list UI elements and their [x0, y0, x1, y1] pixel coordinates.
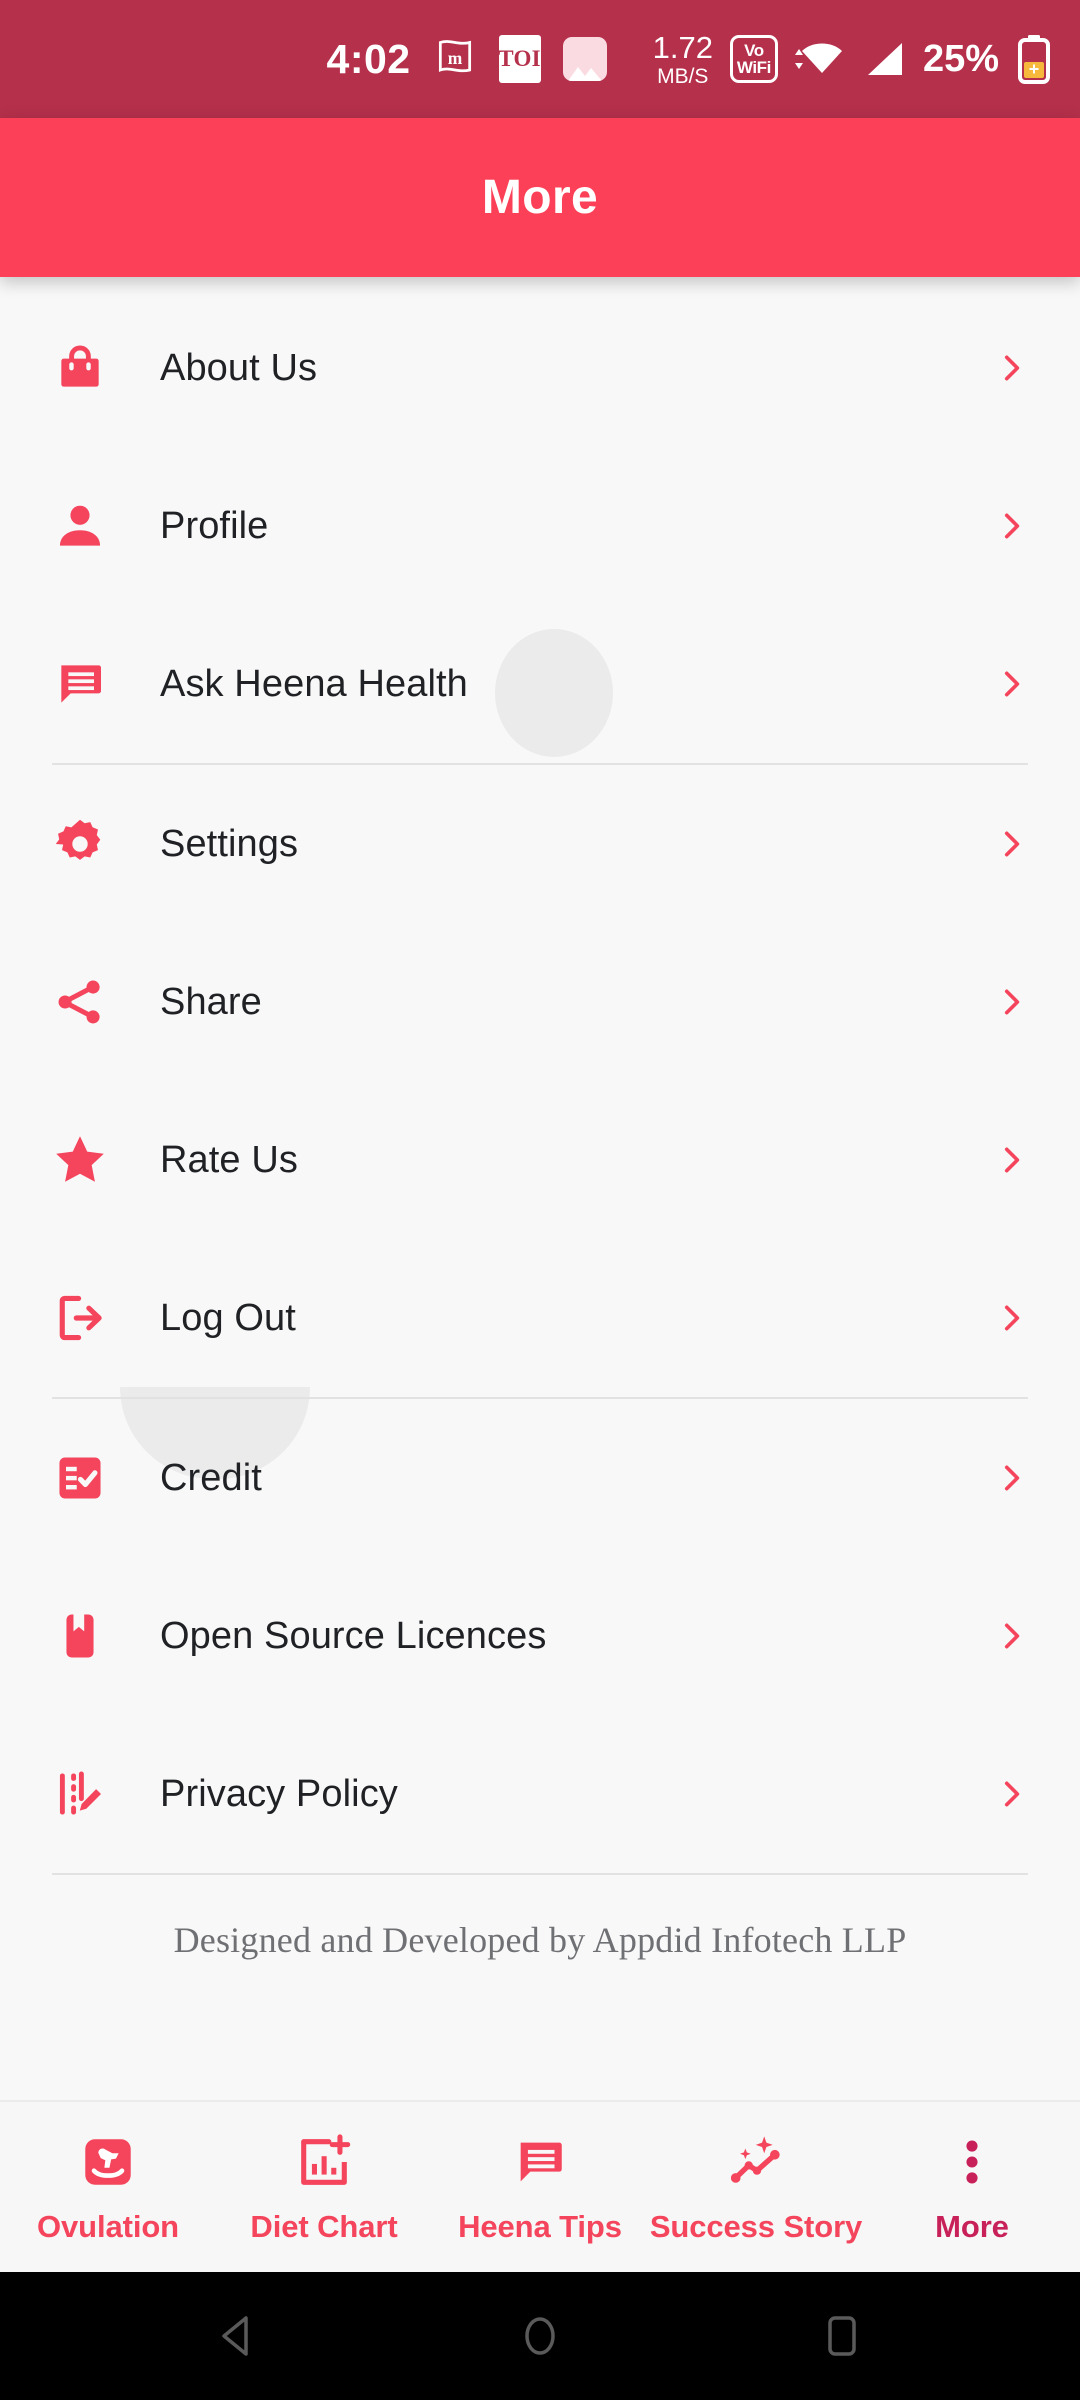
- chevron-right-icon[interactable]: [982, 1777, 1028, 1811]
- dots-vertical-icon: [943, 2129, 1001, 2195]
- tab-success-story[interactable]: Success Story: [648, 2129, 864, 2245]
- chevron-right-icon[interactable]: [982, 1461, 1028, 1495]
- menu-item-label: About Us: [160, 346, 318, 389]
- tab-label: Diet Chart: [250, 2209, 398, 2244]
- svg-text:m: m: [447, 48, 462, 68]
- bottom-navigation[interactable]: Ovulation Diet Chart Heena Tips Success …: [0, 2100, 1080, 2272]
- tab-more[interactable]: More: [864, 2129, 1080, 2245]
- star-icon: [0, 1132, 160, 1188]
- tab-label: Heena Tips: [458, 2209, 622, 2244]
- menu-item-label: Log Out: [160, 1296, 296, 1339]
- battery-percent-label: 25%: [922, 37, 999, 80]
- tab-heena-tips[interactable]: Heena Tips: [432, 2129, 648, 2245]
- gear-icon: [0, 816, 160, 872]
- network-speed-indicator: 1.72 MB/S: [652, 29, 713, 88]
- phone-screen: 4:02 m TOI 1.72 MB/S Vo WiFi 25% More Ab…: [0, 0, 1080, 2400]
- menu-item-label: Credit: [160, 1456, 262, 1499]
- menu-item-rate-us[interactable]: Rate Us: [0, 1081, 1080, 1239]
- chat-bubble-icon: [511, 2129, 569, 2195]
- toi-icon: TOI: [498, 35, 541, 83]
- menu-item-about-us[interactable]: About Us: [0, 289, 1080, 447]
- chevron-right-icon[interactable]: [982, 985, 1028, 1019]
- logout-icon: [0, 1290, 160, 1346]
- bookmark-icon: [0, 1608, 160, 1664]
- chevron-right-icon[interactable]: [982, 509, 1028, 543]
- footer-credit: Designed and Developed by Appdid Infotec…: [173, 1920, 907, 1960]
- status-bar: 4:02 m TOI 1.72 MB/S Vo WiFi 25%: [0, 0, 1080, 118]
- menu-item-label: Settings: [160, 822, 299, 865]
- menu-item-share[interactable]: Share: [0, 923, 1080, 1081]
- trending-sparkle-icon: [727, 2129, 785, 2195]
- chat-bubble-icon: [0, 656, 160, 712]
- vowifi-icon: Vo WiFi: [729, 35, 778, 83]
- tab-label: Success Story: [649, 2209, 863, 2244]
- status-bar-notifications: 4:02 m TOI: [327, 35, 607, 83]
- menu-item-label: Rate Us: [160, 1138, 298, 1181]
- menu-item-open-source-licences[interactable]: Open Source Licences: [0, 1557, 1080, 1715]
- home-icon[interactable]: [514, 2310, 566, 2362]
- rocking-horse-icon: [79, 2129, 137, 2195]
- chevron-right-icon[interactable]: [982, 1619, 1028, 1653]
- menu-item-label: Profile: [160, 504, 269, 547]
- menu-item-label: Open Source Licences: [160, 1614, 547, 1657]
- app-bar: More: [0, 118, 1080, 277]
- page-title: More: [481, 171, 599, 224]
- chevron-right-icon[interactable]: [982, 827, 1028, 861]
- chart-plus-icon: [295, 2129, 353, 2195]
- status-bar-clock: 4:02: [326, 35, 411, 82]
- tab-label: Ovulation: [36, 2209, 180, 2244]
- person-icon: [0, 498, 160, 554]
- share-icon: [0, 974, 160, 1030]
- android-navigation-bar: [0, 2272, 1080, 2400]
- menu-item-profile[interactable]: Profile: [0, 447, 1080, 605]
- battery-saver-icon: [1018, 35, 1050, 84]
- menu-item-log-out[interactable]: Log Out: [0, 1239, 1080, 1397]
- back-icon[interactable]: [212, 2310, 264, 2362]
- signal-icon: [867, 43, 902, 75]
- list-divider: [52, 1873, 1028, 1875]
- tab-diet-chart[interactable]: Diet Chart: [216, 2129, 432, 2245]
- menu-item-label: Ask Heena Health: [160, 662, 468, 705]
- gallery-icon: [562, 37, 607, 81]
- menu-item-label: Privacy Policy: [160, 1772, 398, 1815]
- menu-item-label: Share: [160, 980, 262, 1023]
- recents-icon[interactable]: [816, 2310, 868, 2362]
- menu-list[interactable]: About Us Profile Ask Heena Health Settin…: [0, 277, 1080, 2100]
- tab-ovulation[interactable]: Ovulation: [0, 2129, 216, 2245]
- checklist-icon: [0, 1450, 160, 1506]
- chevron-right-icon[interactable]: [982, 1301, 1028, 1335]
- chevron-right-icon[interactable]: [982, 1143, 1028, 1177]
- mflag-icon: m: [438, 40, 471, 73]
- tab-label: More: [935, 2209, 1009, 2244]
- shopping-bag-icon: [0, 340, 160, 396]
- wifi-icon: [794, 43, 842, 73]
- chevron-right-icon[interactable]: [982, 351, 1028, 385]
- menu-item-privacy-policy[interactable]: Privacy Policy: [0, 1715, 1080, 1873]
- chevron-right-icon[interactable]: [982, 667, 1028, 701]
- status-bar-system-icons: 1.72 MB/S Vo WiFi 25%: [653, 32, 1080, 87]
- menu-item-credit[interactable]: Credit: [0, 1399, 1080, 1557]
- menu-item-ask-heena-health[interactable]: Ask Heena Health: [0, 605, 1080, 763]
- policy-edit-icon: [0, 1766, 160, 1822]
- menu-item-settings[interactable]: Settings: [0, 765, 1080, 923]
